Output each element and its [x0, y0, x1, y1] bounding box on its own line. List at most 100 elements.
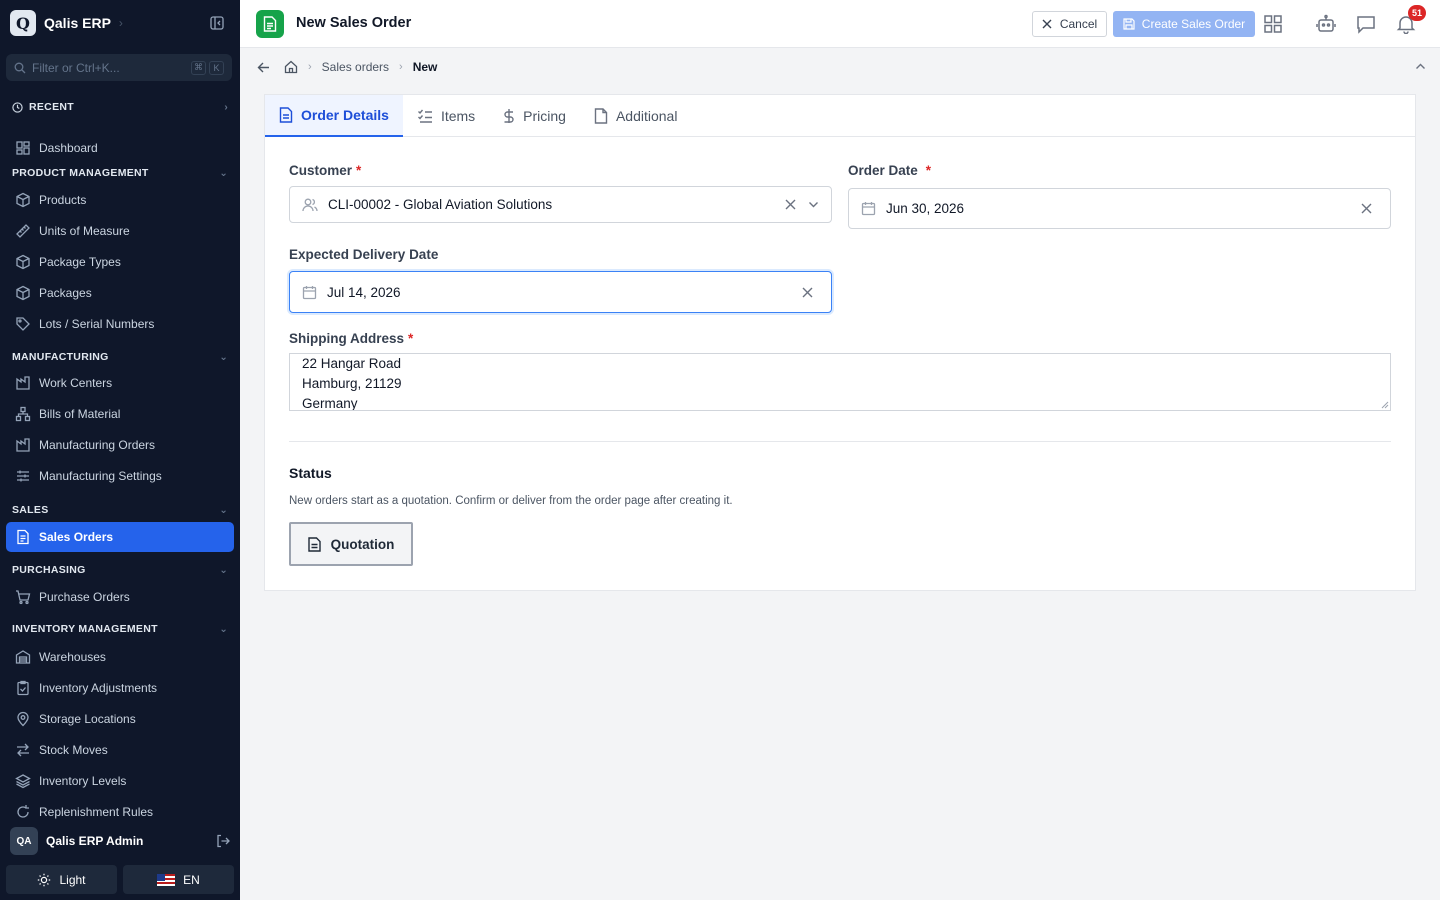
sidebar-item-inventory-adjustments[interactable]: Inventory Adjustments	[6, 673, 234, 703]
tab-pricing[interactable]: Pricing	[489, 95, 580, 137]
tab-order-details[interactable]: Order Details	[265, 95, 403, 137]
delivery-date-value: Jul 14, 2026	[327, 284, 401, 300]
chevron-right-icon: ›	[308, 61, 312, 73]
chevron-up-icon[interactable]	[1415, 61, 1426, 72]
section-sales[interactable]: SALES ⌄	[12, 502, 228, 518]
sliders-icon	[15, 468, 31, 484]
resize-handle-icon[interactable]	[1381, 401, 1389, 409]
section-label: INVENTORY MANAGEMENT	[12, 623, 158, 635]
status-quotation-button[interactable]: Quotation	[289, 522, 413, 566]
sidebar-item-products[interactable]: Products	[6, 185, 234, 215]
order-date-value: Jun 30, 2026	[886, 201, 965, 216]
app-brand[interactable]: Q Qalis ERP ›	[10, 10, 123, 36]
sidebar-item-manufacturing-settings[interactable]: Manufacturing Settings	[6, 461, 234, 491]
shipping-label-text: Shipping Address	[289, 331, 405, 346]
sidebar-item-label: Stock Moves	[39, 743, 108, 757]
logout-icon[interactable]	[216, 834, 230, 848]
sidebar-item-bills-of-material[interactable]: Bills of Material	[6, 399, 234, 429]
sidebar-item-package-types[interactable]: Package Types	[6, 247, 234, 277]
sidebar-item-stock-moves[interactable]: Stock Moves	[6, 735, 234, 765]
sidebar-item-purchase-orders[interactable]: Purchase Orders	[6, 582, 234, 612]
chevron-down-icon: ⌄	[219, 167, 228, 179]
delivery-date-field[interactable]: Jul 14, 2026	[289, 271, 832, 313]
user-menu[interactable]: QA Qalis ERP Admin	[10, 827, 230, 855]
clear-icon[interactable]	[785, 199, 796, 210]
tab-label: Items	[440, 108, 476, 124]
section-label: MANUFACTURING	[12, 351, 109, 363]
delivery-date-label: Expected Delivery Date	[289, 247, 439, 262]
sidebar-item-sales-orders[interactable]: Sales Orders	[6, 522, 234, 552]
shipping-address-label: Shipping Address *	[289, 331, 413, 346]
tag-icon	[15, 316, 31, 332]
create-sales-order-button[interactable]: Create Sales Order	[1113, 11, 1255, 37]
clear-icon[interactable]	[802, 287, 813, 298]
order-form-card: Order Details Items Pricing Additional C…	[264, 94, 1416, 591]
sidebar-item-label: Work Centers	[39, 376, 113, 390]
sidebar-item-label: Bills of Material	[39, 407, 121, 421]
sidebar-item-work-centers[interactable]: Work Centers	[6, 368, 234, 398]
recent-label: RECENT	[29, 101, 74, 113]
recent-section[interactable]: RECENT ›	[12, 99, 228, 115]
sidebar-item-label: Manufacturing Settings	[39, 469, 162, 483]
sales-order-icon	[256, 10, 284, 38]
sidebar-item-label: Manufacturing Orders	[39, 438, 156, 452]
sidebar-item-replenishment-rules[interactable]: Replenishment Rules	[6, 797, 234, 820]
address-line: Germany	[302, 396, 358, 411]
page-title: New Sales Order	[296, 15, 412, 31]
section-manufacturing[interactable]: MANUFACTURING ⌄	[12, 349, 228, 365]
sidebar-item-dashboard[interactable]: Dashboard	[6, 133, 234, 163]
section-inventory-management[interactable]: INVENTORY MANAGEMENT ⌄	[12, 621, 228, 637]
box-icon	[15, 254, 31, 270]
top-bar: New Sales Order Cancel Create Sales Orde…	[240, 0, 1440, 48]
sidebar-item-storage-locations[interactable]: Storage Locations	[6, 704, 234, 734]
status-heading: Status	[289, 465, 332, 481]
required-mark: *	[408, 331, 414, 346]
sidebar-item-warehouses[interactable]: Warehouses	[6, 642, 234, 672]
section-product-management[interactable]: PRODUCT MANAGEMENT ⌄	[12, 165, 228, 181]
sidebar-item-lots[interactable]: Lots / Serial Numbers	[6, 309, 234, 339]
breadcrumb: › Sales orders › New	[240, 49, 1440, 85]
tab-additional[interactable]: Additional	[580, 95, 692, 137]
create-label: Create Sales Order	[1141, 17, 1246, 31]
tab-items[interactable]: Items	[403, 95, 489, 137]
back-arrow-icon[interactable]	[257, 61, 270, 74]
order-date-field[interactable]: Jun 30, 2026	[848, 188, 1391, 229]
sidebar-item-packages[interactable]: Packages	[6, 278, 234, 308]
sidebar-item-manufacturing-orders[interactable]: Manufacturing Orders	[6, 430, 234, 460]
shipping-address-textarea[interactable]: 22 Hangar Road Hamburg, 21129 Germany	[289, 353, 1391, 411]
tab-label: Pricing	[523, 108, 566, 124]
sidebar-item-label: Lots / Serial Numbers	[39, 317, 155, 331]
calendar-icon	[302, 285, 317, 300]
sidebar-toggle-icon[interactable]	[210, 16, 224, 30]
breadcrumb-sales-orders[interactable]: Sales orders	[322, 60, 389, 74]
cart-icon	[15, 589, 31, 605]
home-icon[interactable]	[284, 60, 298, 74]
theme-toggle-button[interactable]: Light	[6, 865, 117, 894]
section-label: PRODUCT MANAGEMENT	[12, 167, 149, 179]
clear-icon[interactable]	[1361, 203, 1372, 214]
refresh-icon	[15, 804, 31, 820]
apps-grid-icon[interactable]	[1263, 14, 1283, 34]
tab-label: Order Details	[301, 107, 389, 123]
customer-select[interactable]: CLI-00002 - Global Aviation Solutions	[289, 186, 832, 223]
chat-icon[interactable]	[1356, 14, 1376, 34]
robot-icon[interactable]	[1316, 14, 1336, 34]
language-select[interactable]: EN	[123, 865, 234, 894]
clock-icon	[12, 101, 23, 113]
sidebar: Q Qalis ERP › Filter or Ctrl+K... ⌘ K RE…	[0, 0, 240, 900]
chevron-down-icon[interactable]	[808, 199, 819, 210]
sidebar-item-units-of-measure[interactable]: Units of Measure	[6, 216, 234, 246]
sidebar-filter-input[interactable]: Filter or Ctrl+K... ⌘ K	[6, 54, 232, 81]
cancel-button[interactable]: Cancel	[1032, 11, 1107, 37]
checklist-icon	[417, 108, 433, 124]
sidebar-item-label: Packages	[39, 286, 92, 300]
cancel-label: Cancel	[1059, 17, 1098, 31]
theme-label: Light	[59, 872, 86, 887]
sidebar-item-inventory-levels[interactable]: Inventory Levels	[6, 766, 234, 796]
customer-value: CLI-00002 - Global Aviation Solutions	[328, 197, 553, 212]
section-label: SALES	[12, 504, 49, 516]
section-purchasing[interactable]: PURCHASING ⌄	[12, 562, 228, 578]
app-logo: Q	[10, 10, 36, 36]
sidebar-item-label: Warehouses	[39, 650, 106, 664]
document-icon	[279, 107, 293, 123]
